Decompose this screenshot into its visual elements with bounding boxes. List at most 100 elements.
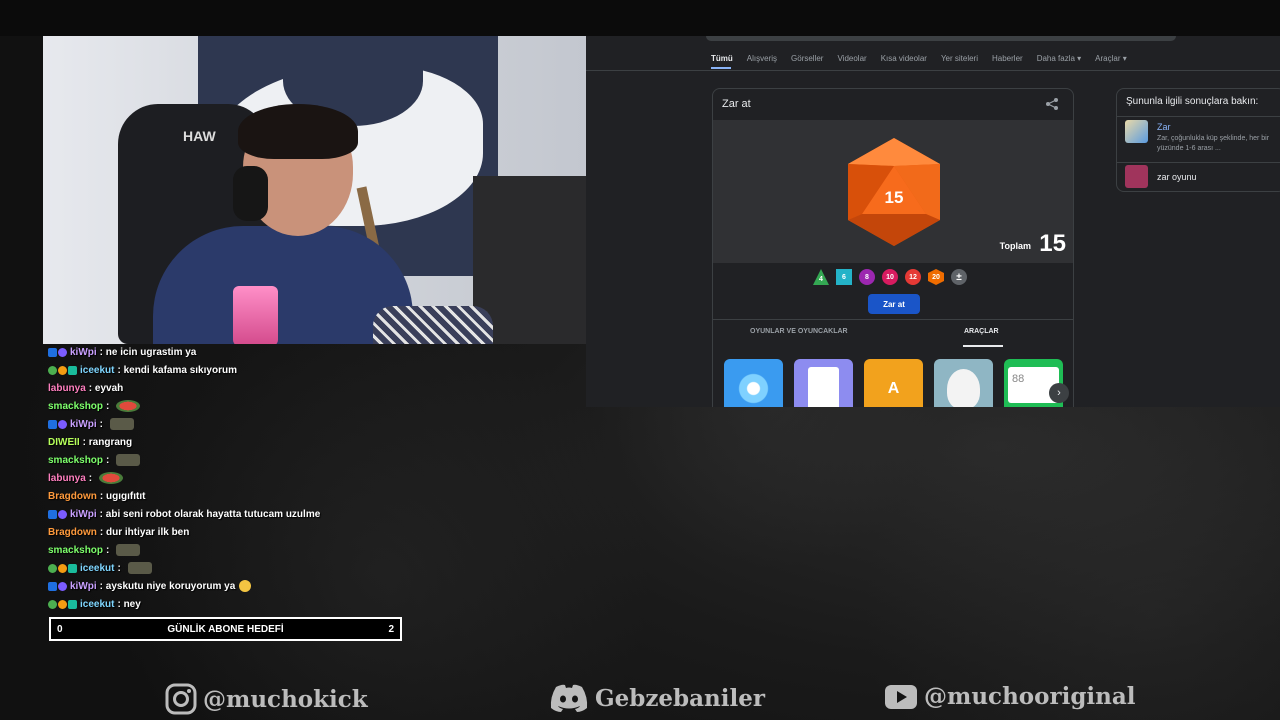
tab-places[interactable]: Yer siteleri (941, 54, 978, 68)
tab-short-videos[interactable]: Kısa videolar (881, 54, 927, 68)
tab-videos[interactable]: Videolar (837, 54, 866, 68)
chat-username[interactable]: iceekut (80, 599, 114, 610)
chat-username[interactable]: iceekut (80, 365, 114, 376)
chat-username[interactable]: iceekut (80, 563, 114, 574)
share-icon[interactable] (1045, 97, 1059, 111)
chat-message: kiWpi: (48, 415, 408, 433)
chat-username[interactable]: DIWEII (48, 437, 80, 448)
blue-badge-icon (48, 581, 57, 591)
tab-shopping[interactable]: Alışveriş (747, 54, 777, 68)
chat-message: kiWpi: ayskutu niye koruyorum ya (48, 577, 408, 595)
app-profile-icon[interactable] (934, 359, 993, 407)
chat-username[interactable]: kiWpi (70, 509, 97, 520)
tab-news[interactable]: Haberler (992, 54, 1023, 68)
dice-game-thumbnail[interactable] (1125, 165, 1148, 188)
tab-images[interactable]: Görseller (791, 54, 823, 68)
calculator-graphic (808, 367, 839, 407)
tab-more[interactable]: Daha fazla ▾ (1037, 54, 1081, 68)
chat-username[interactable]: smackshop (48, 455, 103, 466)
subtab-underline (963, 345, 1003, 347)
chat-message: Bragdown: ugıgıfıtıt (48, 487, 408, 505)
related-title: Şununla ilgili sonuçlara bakın: (1126, 96, 1259, 107)
chat-username[interactable]: smackshop (48, 401, 103, 412)
card-title: Zar at (722, 98, 751, 110)
d6-button[interactable]: 6 (836, 269, 852, 285)
related-results-panel: Şununla ilgili sonuçlara bakın: Zar Zar,… (1116, 88, 1280, 192)
chat-message: labunya: eyvah (48, 379, 408, 397)
chat-separator: : (117, 562, 124, 574)
roll-button[interactable]: Zar at (868, 294, 920, 314)
app-calculator-icon[interactable] (794, 359, 853, 407)
purple-badge-icon (58, 509, 67, 519)
search-bar[interactable] (706, 36, 1176, 41)
d10-button[interactable]: 10 (882, 269, 898, 285)
tab-tools[interactable]: Araçlar ▾ (1095, 54, 1127, 68)
chat-message: smackshop: (48, 451, 408, 469)
teal-badge-icon (68, 365, 77, 375)
instagram-label: @muchokick (203, 685, 368, 713)
chat-separator: : (88, 472, 95, 484)
browser-capture: Tümü Alışveriş Görseller Videolar Kısa v… (586, 36, 1280, 407)
chat-badges (48, 581, 67, 591)
app-sound-icon[interactable] (724, 359, 783, 407)
d8-button[interactable]: 8 (859, 269, 875, 285)
discord-handle: Gebzebaniler (549, 683, 765, 713)
chat-username[interactable]: kiWpi (70, 419, 97, 430)
chat-text: rangrang (88, 436, 133, 448)
chat-separator: : (99, 418, 106, 430)
chat-box: kiWpi: ne icin ugrastim ya iceekut: kendi… (48, 343, 408, 613)
related-divider-2 (1117, 162, 1280, 163)
chat-emote-icon (239, 580, 252, 592)
youtube-icon (885, 684, 917, 709)
chat-message: smackshop: (48, 541, 408, 559)
chat-username[interactable]: Bragdown (48, 527, 97, 538)
orange-badge-icon (58, 599, 67, 609)
green-badge-icon (48, 599, 57, 609)
tab-underline (711, 67, 731, 69)
related-link-zar[interactable]: Zar (1157, 122, 1171, 132)
related-link-dice-game[interactable]: zar oyunu (1157, 172, 1197, 182)
instagram-handle: @muchokick (165, 683, 368, 715)
blue-badge-icon (48, 419, 57, 429)
tabs-divider (586, 70, 1280, 71)
goal-label: GÜNLİK ABONE HEDEFİ (167, 623, 284, 635)
chat-message: iceekut: (48, 559, 408, 577)
head-graphic (947, 369, 980, 407)
chat-text: ugıgıfıtıt (106, 490, 146, 502)
headphone (233, 166, 268, 221)
purple-badge-icon (58, 347, 67, 357)
d20-button[interactable]: 20 (928, 269, 944, 285)
related-divider (1117, 116, 1280, 117)
die-value: 15 (884, 188, 904, 207)
chat-username[interactable]: kiWpi (70, 347, 97, 358)
dice-type-selector: 4 6 8 10 12 20 ± (813, 269, 967, 285)
d4-button[interactable]: 4 (813, 269, 829, 285)
zar-thumbnail[interactable] (1125, 120, 1148, 143)
chat-username[interactable]: kiWpi (70, 581, 97, 592)
d12-button[interactable]: 12 (905, 269, 921, 285)
card-divider (713, 319, 1073, 320)
chat-separator: : (106, 544, 113, 556)
tab-games-toys[interactable]: OYUNLAR VE OYUNCAKLAR (750, 328, 848, 335)
teal-badge-icon (68, 599, 77, 609)
green-badge-icon (48, 365, 57, 375)
modifier-button[interactable]: ± (951, 269, 967, 285)
dice-display[interactable]: 15 Toplam 15 (713, 120, 1073, 263)
tab-all[interactable]: Tümü (711, 54, 733, 68)
total-label: Toplam (999, 241, 1031, 251)
app-meter-icon[interactable]: A (864, 359, 923, 407)
chat-separator: : (106, 454, 113, 466)
chat-emote-icon (98, 472, 123, 484)
chat-badges (48, 563, 77, 573)
chevron-right-icon[interactable]: › (1049, 383, 1069, 403)
chat-username[interactable]: labunya (48, 473, 86, 484)
blue-badge-icon (48, 347, 57, 357)
tab-tools-sub[interactable]: ARAÇLAR (964, 328, 999, 335)
chat-message: labunya: (48, 469, 408, 487)
chat-message: kiWpi: ne icin ugrastim ya (48, 343, 408, 361)
chat-username[interactable]: smackshop (48, 545, 103, 556)
chat-username[interactable]: Bragdown (48, 491, 97, 502)
chat-username[interactable]: labunya (48, 383, 86, 394)
chat-text: eyvah (94, 382, 124, 394)
chat-emote-icon (116, 454, 141, 466)
